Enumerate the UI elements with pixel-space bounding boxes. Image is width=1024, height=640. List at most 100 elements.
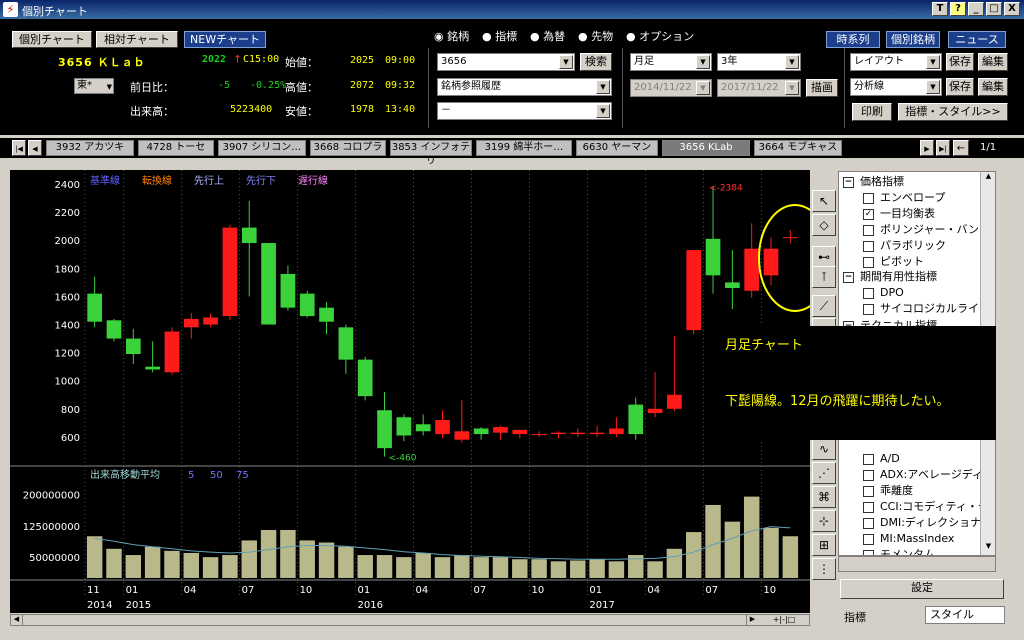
scroll-up-icon[interactable]: ▲: [981, 172, 995, 186]
analysis-edit-button[interactable]: 編集: [978, 78, 1008, 96]
back-arrow-icon[interactable]: ←: [953, 140, 969, 156]
chevron-down-icon[interactable]: ▼: [785, 55, 799, 69]
stock-tab[interactable]: 3907 シリコン…: [218, 140, 306, 156]
draw-button[interactable]: 描画: [806, 79, 838, 97]
vline-icon[interactable]: ⊺: [812, 266, 836, 288]
spiral-icon[interactable]: ⌘: [812, 486, 836, 508]
collapse-icon[interactable]: −: [843, 271, 854, 283]
help-button[interactable]: ?: [950, 2, 966, 16]
analysis-save-button[interactable]: 保存: [946, 78, 974, 96]
stock-tab[interactable]: 3664 モブキャス: [754, 140, 842, 156]
search-button[interactable]: 検索: [580, 53, 612, 71]
signal-icon[interactable]: ⊞: [812, 534, 836, 556]
chart-area[interactable]: 2400 2200 2000 1800 1600 1400 1200 1000 800 600 基準…: [10, 170, 832, 613]
tab-indicators[interactable]: 指標: [844, 609, 866, 625]
scroll-right-icon[interactable]: ▶: [746, 615, 758, 625]
text-button[interactable]: T: [932, 2, 948, 16]
next-icon[interactable]: ▶: [920, 140, 934, 156]
stock-tab[interactable]: 3199 綿半ホー…: [476, 140, 572, 156]
indicator-item[interactable]: MI:MassIndex: [863, 531, 954, 547]
last-icon[interactable]: ▶|: [936, 140, 950, 156]
minimize-button[interactable]: _: [968, 2, 984, 16]
hline-icon[interactable]: ⊷: [812, 246, 836, 268]
bar-type-select[interactable]: 月足 ▼: [630, 53, 712, 71]
checkbox-checked-icon[interactable]: ✓: [863, 208, 874, 220]
indicator-item[interactable]: A/D: [863, 451, 900, 467]
to-date[interactable]: 2017/11/22 ▼: [717, 79, 801, 97]
indicator-item[interactable]: ADX:アベレージディレ: [863, 467, 994, 483]
indicator-item[interactable]: ボリンジャー・バンド: [863, 222, 990, 238]
wave-icon[interactable]: ∿: [812, 438, 836, 460]
stock-tab[interactable]: 3853 インフォテリ: [390, 140, 472, 167]
checkbox-icon[interactable]: [863, 469, 874, 481]
scroll-down-icon[interactable]: ▼: [981, 542, 995, 555]
chevron-down-icon[interactable]: ▼: [926, 80, 940, 94]
market-select[interactable]: 東* ▼: [74, 78, 114, 94]
checkbox-icon[interactable]: [863, 533, 874, 545]
close-button[interactable]: X: [1004, 2, 1020, 16]
indicator-item[interactable]: パラボリック: [863, 238, 946, 254]
layout-save-button[interactable]: 保存: [946, 53, 974, 71]
tab-new-chart[interactable]: NEWチャート: [184, 31, 266, 48]
checkbox-icon[interactable]: [863, 224, 874, 236]
indicator-group[interactable]: − 期間有用性指標: [843, 269, 937, 285]
radio-forex[interactable]: ● 為替: [530, 28, 565, 44]
fit-icon[interactable]: ⊹: [812, 510, 836, 532]
indicator-group[interactable]: − 価格指標: [843, 174, 904, 190]
collapse-icon[interactable]: −: [843, 176, 854, 188]
settings-button[interactable]: 設定: [840, 579, 1004, 599]
stock-tab[interactable]: 4728 トーセ: [138, 140, 214, 156]
first-icon[interactable]: |◀: [12, 140, 26, 156]
stock-tab[interactable]: 3656 KLab: [662, 140, 750, 156]
tab-style[interactable]: スタイル: [925, 606, 1005, 624]
blank-select[interactable]: － ▼: [437, 102, 612, 120]
indicator-item[interactable]: CCI:コモディティ・チャ: [863, 499, 995, 515]
indicator-item[interactable]: サイコロジカルライン: [863, 301, 990, 317]
radio-options[interactable]: ● オプション: [626, 28, 694, 44]
analysis-select[interactable]: 分析線 ▼: [850, 78, 942, 96]
layout-edit-button[interactable]: 編集: [978, 53, 1008, 71]
tab-individual-chart[interactable]: 個別チャート: [12, 31, 92, 48]
checkbox-icon[interactable]: [863, 303, 874, 315]
history-select[interactable]: 銘柄参照履歴 ▼: [437, 78, 612, 96]
stock-tab[interactable]: 3932 アカツキ: [46, 140, 134, 156]
individual-stock-button[interactable]: 個別銘柄: [886, 31, 940, 48]
zoom-controls[interactable]: +|-|□: [761, 615, 807, 625]
radio-index[interactable]: ● 指標: [482, 28, 517, 44]
eraser-icon[interactable]: ◇: [812, 214, 836, 236]
indicator-style-button[interactable]: 指標・スタイル>>: [898, 103, 1008, 121]
grid-icon[interactable]: ⋮: [812, 558, 836, 580]
checkbox-icon[interactable]: [863, 192, 874, 204]
chevron-down-icon[interactable]: ▼: [785, 81, 799, 95]
code-input[interactable]: 3656 ▼: [437, 53, 575, 71]
cursor-icon[interactable]: ↖: [812, 190, 836, 212]
indicator-item[interactable]: DMI:ディレクショナル: [863, 515, 992, 531]
stock-tab[interactable]: 6630 ヤーマン: [576, 140, 658, 156]
radio-futures[interactable]: ● 先物: [578, 28, 613, 44]
scroll-left-icon[interactable]: ◀: [11, 615, 23, 625]
chevron-down-icon[interactable]: ▼: [696, 81, 710, 95]
horizontal-scrollbar[interactable]: ◀ ▶ +|-|□: [10, 614, 810, 626]
indicator-item[interactable]: ✓ 一目均衡表: [863, 206, 935, 222]
timeseries-button[interactable]: 時系列: [826, 31, 880, 48]
chevron-down-icon[interactable]: ▼: [559, 55, 573, 69]
tab-relative-chart[interactable]: 相対チャート: [96, 31, 178, 48]
indicator-item[interactable]: ピボット: [863, 254, 924, 270]
indicator-hscroll[interactable]: [838, 556, 996, 572]
layout-select[interactable]: レイアウト ▼: [850, 53, 942, 71]
checkbox-icon[interactable]: [863, 453, 874, 465]
print-button[interactable]: 印刷: [852, 103, 892, 121]
checkbox-icon[interactable]: [863, 287, 874, 299]
checkbox-icon[interactable]: [863, 485, 874, 497]
checkbox-icon[interactable]: [863, 501, 874, 513]
indicator-item[interactable]: エンベロープ: [863, 190, 945, 206]
prev-icon[interactable]: ◀: [28, 140, 42, 156]
chevron-down-icon[interactable]: ▼: [926, 55, 940, 69]
candlestick-chart[interactable]: 2400 2200 2000 1800 1600 1400 1200 1000 800 600 基準…: [10, 170, 832, 613]
chevron-down-icon[interactable]: ▼: [696, 55, 710, 69]
chevron-down-icon[interactable]: ▼: [596, 104, 610, 118]
from-date[interactable]: 2014/11/22 ▼: [630, 79, 712, 97]
checkbox-icon[interactable]: [863, 240, 874, 252]
radio-stock[interactable]: ◉ 銘柄: [434, 28, 469, 44]
span-select[interactable]: 3年 ▼: [717, 53, 801, 71]
